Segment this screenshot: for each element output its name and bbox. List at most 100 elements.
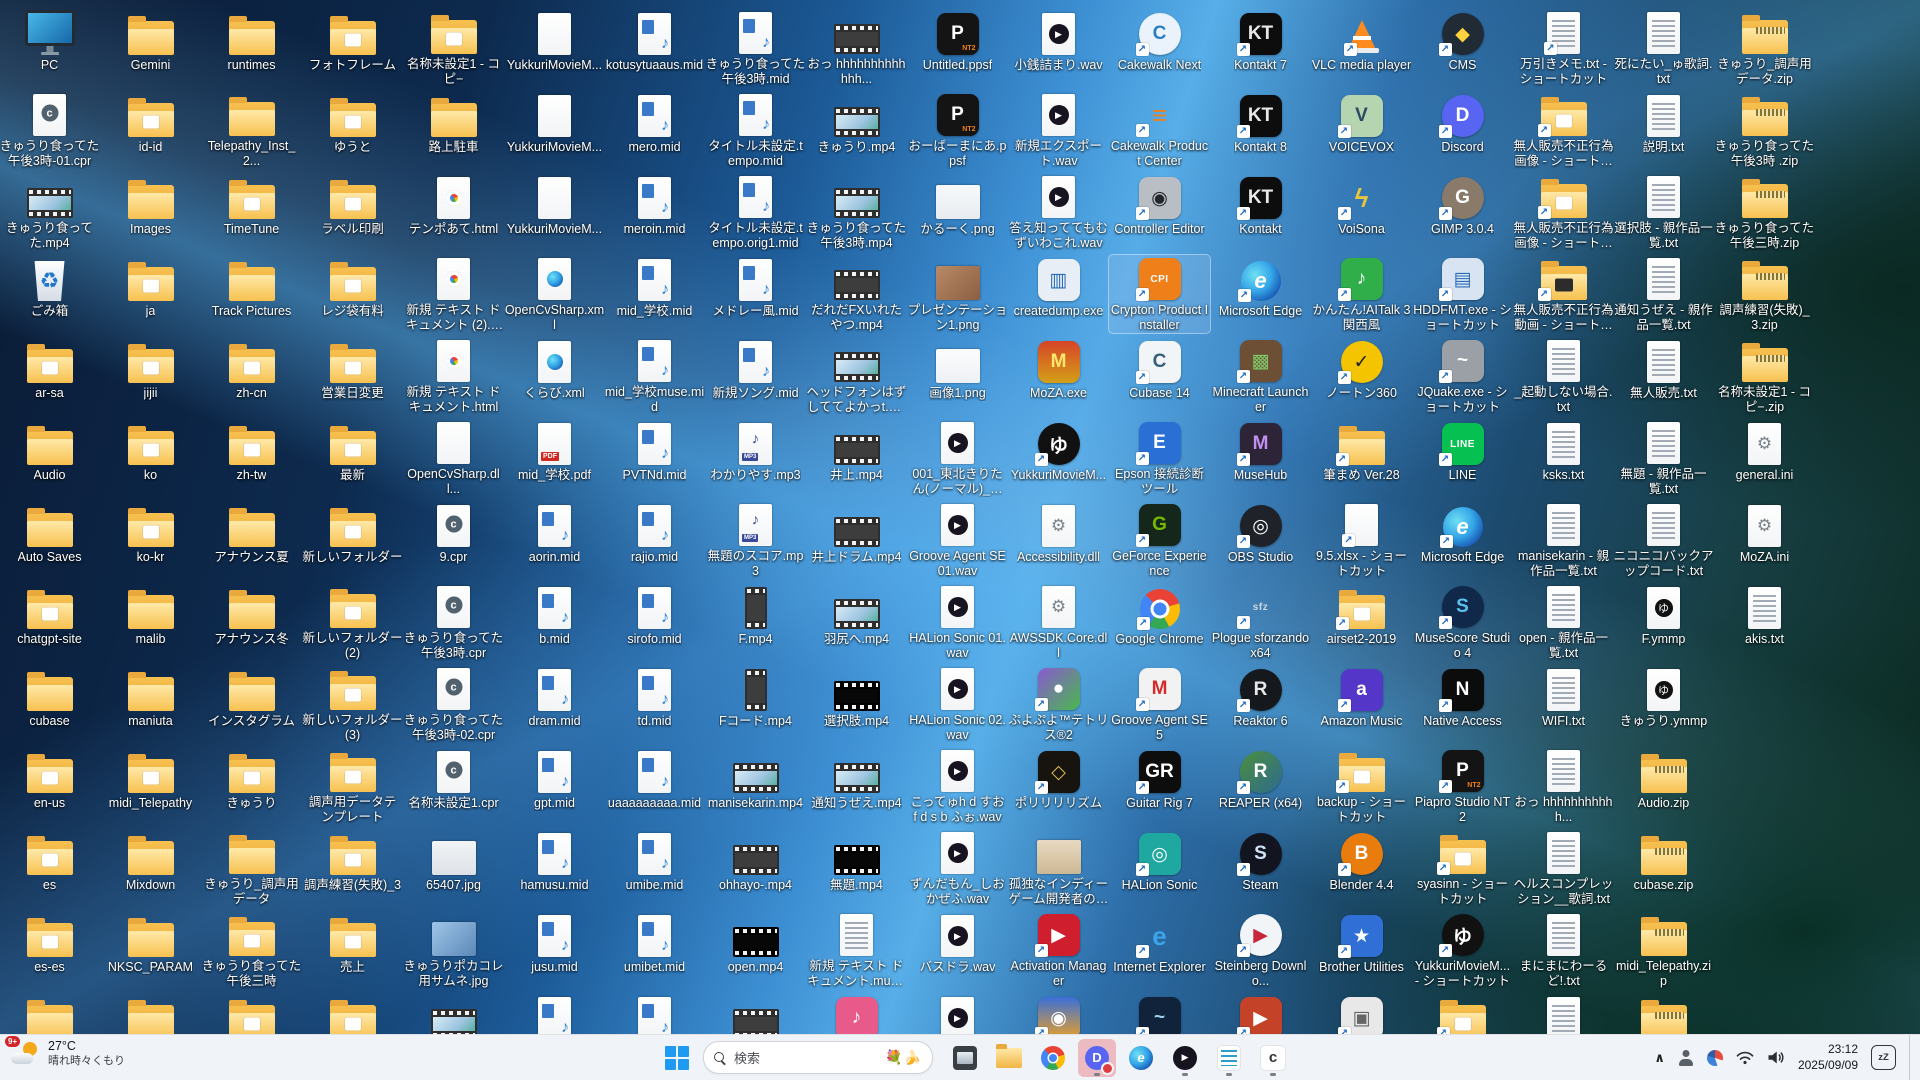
desktop-icon[interactable] <box>705 993 806 1035</box>
desktop-icon[interactable]: ko-kr <box>100 501 201 579</box>
desktop-icon[interactable]: ♪ <box>806 993 907 1035</box>
taskbar-app-window-app[interactable] <box>946 1039 984 1077</box>
desktop-icon[interactable]: ▩ ↗ Minecraft Launcher <box>1210 337 1311 415</box>
desktop-icon[interactable]: e ↗ Microsoft Edge <box>1412 501 1513 579</box>
desktop-icon[interactable]: E ↗ Epson 接続診断ツール <box>1109 419 1210 497</box>
desktop-icon[interactable]: Images <box>100 173 201 251</box>
desktop-icon[interactable]: ▶ ずんだもん_しおかぜふ.wav <box>907 829 1008 907</box>
desktop-icon[interactable]: ▶ ↗ Activation Manager <box>1008 911 1109 989</box>
desktop-icon[interactable]: 路上駐車 <box>403 91 504 169</box>
taskbar-app-media-player[interactable]: ▶ <box>1166 1039 1204 1077</box>
desktop-icon[interactable]: TimeTune <box>201 173 302 251</box>
tray-color-app-icon[interactable] <box>1706 1049 1723 1066</box>
taskbar-app-cubase[interactable]: c <box>1254 1039 1292 1077</box>
desktop-icon[interactable]: ↗無人販売不正行為画像 - ショートカッ... <box>1513 91 1614 169</box>
desktop-icon[interactable] <box>403 993 504 1035</box>
desktop-icon[interactable]: ⚙ general.ini <box>1714 419 1815 497</box>
desktop-icon[interactable]: 新しいフォルダー (2) <box>302 583 403 661</box>
desktop-icon[interactable] <box>0 993 100 1035</box>
desktop-icon[interactable]: ♻ ごみ箱 <box>0 255 100 333</box>
desktop-icon[interactable]: KT ↗ Kontakt 7 <box>1210 9 1311 87</box>
desktop-icon[interactable]: 調声用データテンプレート <box>302 747 403 825</box>
desktop-icon[interactable]: maniuta <box>100 665 201 743</box>
desktop-icon[interactable]: zh-tw <box>201 419 302 497</box>
desktop-icon[interactable]: ♪ タイトル未設定.tempo.orig1.mid <box>705 173 806 251</box>
desktop-icon[interactable] <box>302 993 403 1035</box>
desktop-icon[interactable]: Telepathy_Inst_2... <box>201 91 302 169</box>
desktop-icon[interactable]: c きゅうり食ってた午後3時-02.cpr <box>403 665 504 743</box>
desktop-icon[interactable]: M ↗ Groove Agent SE 5 <box>1109 665 1210 743</box>
wifi-icon[interactable] <box>1736 1051 1754 1065</box>
desktop-icon[interactable]: C ↗ Cakewalk Next <box>1109 9 1210 87</box>
taskbar-app-edge[interactable]: e <box>1122 1039 1160 1077</box>
desktop-icon[interactable]: ▶ Groove Agent SE 01.wav <box>907 501 1008 579</box>
desktop-icon[interactable]: ↗無人販売不正行為画像 - ショートカット <box>1513 173 1614 251</box>
desktop-icon[interactable]: V ↗ VOICEVOX <box>1311 91 1412 169</box>
desktop-icon[interactable]: 画像1.png <box>907 337 1008 415</box>
desktop-icon[interactable]: ▥ createdump.exe <box>1008 255 1109 333</box>
desktop-icon[interactable]: ↗ <box>1412 993 1513 1035</box>
desktop-icon[interactable]: ↗ 筆まめ Ver.28 <box>1311 419 1412 497</box>
desktop-icon[interactable]: ♪ td.mid <box>604 665 705 743</box>
desktop-icon[interactable]: ♪ メドレー風.mid <box>705 255 806 333</box>
desktop-icon[interactable]: YukkuriMovieM... <box>504 91 605 169</box>
desktop-icon[interactable]: 選択肢 - 親作品一覧.txt <box>1613 173 1714 251</box>
desktop-icon[interactable]: ◎ ↗ OBS Studio <box>1210 501 1311 579</box>
desktop-icon[interactable]: ksks.txt <box>1513 419 1614 497</box>
desktop-icon[interactable]: manisekarin.mp4 <box>705 747 806 825</box>
desktop-icon[interactable]: chatgpt-site <box>0 583 100 661</box>
desktop-icon[interactable]: G ↗ GIMP 3.0.4 <box>1412 173 1513 251</box>
desktop-icon[interactable]: ♪ gpt.mid <box>504 747 605 825</box>
tray-clock[interactable]: 23:12 2025/09/09 <box>1798 1042 1858 1073</box>
desktop-icon[interactable]: ♪ jusu.mid <box>504 911 605 989</box>
desktop-icon[interactable]: c きゅうり食ってた午後3時.cpr <box>403 583 504 661</box>
desktop-icon[interactable]: きゅうり_調声用データ <box>201 829 302 907</box>
desktop-icon[interactable]: Auto Saves <box>0 501 100 579</box>
desktop-icon[interactable]: D ↗ Discord <box>1412 91 1513 169</box>
desktop-icon[interactable]: midi_Telepathy.zip <box>1613 911 1714 989</box>
desktop-icon[interactable]: 売上 <box>302 911 403 989</box>
do-not-disturb-icon[interactable]: zZ <box>1871 1045 1896 1070</box>
desktop-icon[interactable] <box>201 993 302 1035</box>
desktop-icon[interactable]: ゆうと <box>302 91 403 169</box>
desktop-icon[interactable]: 無人販売.txt <box>1613 337 1714 415</box>
desktop-icon[interactable]: ♪ umibet.mid <box>604 911 705 989</box>
desktop-icon[interactable]: ★ ↗ Brother Utilities <box>1311 911 1412 989</box>
desktop-icon[interactable]: ♪ 新規ソング.mid <box>705 337 806 415</box>
desktop-icon[interactable]: ゆ F.ymmp <box>1613 583 1714 661</box>
tray-person-icon[interactable] <box>1678 1050 1694 1066</box>
desktop-icon[interactable]: akis.txt <box>1714 583 1815 661</box>
desktop-icon[interactable]: LINE ↗ LINE <box>1412 419 1513 497</box>
start-button[interactable] <box>660 1041 694 1075</box>
desktop-icon[interactable]: 名称未設定1 - コピ−.zip <box>1714 337 1815 415</box>
desktop-icon[interactable]: 選択肢.mp4 <box>806 665 907 743</box>
desktop-icon[interactable]: ▶ HALion Sonic 01.wav <box>907 583 1008 661</box>
desktop-icon[interactable]: きゅうり <box>201 747 302 825</box>
taskbar-app-chrome[interactable] <box>1034 1039 1072 1077</box>
desktop-icon[interactable]: 通知うぜえ.mp4 <box>806 747 907 825</box>
desktop-icon[interactable]: テンポあて.html <box>403 173 504 251</box>
desktop-icon[interactable]: GR ↗ Guitar Rig 7 <box>1109 747 1210 825</box>
desktop-icon[interactable]: KT ↗ Kontakt 8 <box>1210 91 1311 169</box>
desktop-icon[interactable]: Gemini <box>100 9 201 87</box>
desktop-icon[interactable]: manisekarin - 親作品一覧.txt <box>1513 501 1614 579</box>
desktop-icon[interactable]: ラベル印刷 <box>302 173 403 251</box>
desktop-icon[interactable]: ▶ こってゅh d すお f d s b ふぉ.wav <box>907 747 1008 825</box>
desktop-icon[interactable]: きゅうり食ってた午後3時.mp4 <box>806 173 907 251</box>
desktop-icon[interactable]: ヘッドフォンはずしててよかっt.mp4 <box>806 337 907 415</box>
desktop-icon[interactable] <box>1513 993 1614 1035</box>
desktop-icon[interactable]: ko <box>100 419 201 497</box>
desktop-icon[interactable]: ✓ ↗ ノートン360 <box>1311 337 1412 415</box>
desktop-icon[interactable]: ↗無人販売不正行為動画 - ショートカット <box>1513 255 1614 333</box>
desktop-icon[interactable]: きゅうり.mp4 <box>806 91 907 169</box>
desktop-icon[interactable]: N ↗ Native Access <box>1412 665 1513 743</box>
desktop-icon[interactable]: OpenCvSharp.xml <box>504 255 605 333</box>
desktop-icon[interactable]: open - 親作品一覧.txt <box>1513 583 1614 661</box>
desktop-icon[interactable]: 説明.txt <box>1613 91 1714 169</box>
desktop-icon[interactable]: ◉ ↗ Controller Editor <box>1109 173 1210 251</box>
desktop-icon[interactable]: くらび.xml <box>504 337 605 415</box>
desktop-icon[interactable]: ゆきゅうり.ymmp <box>1613 665 1714 743</box>
desktop-icon[interactable]: 調声練習(失敗)_3.zip <box>1714 255 1815 333</box>
desktop-icon[interactable]: ♪ sirofo.mid <box>604 583 705 661</box>
desktop-icon[interactable]: ♪ mid_学校.mid <box>604 255 705 333</box>
